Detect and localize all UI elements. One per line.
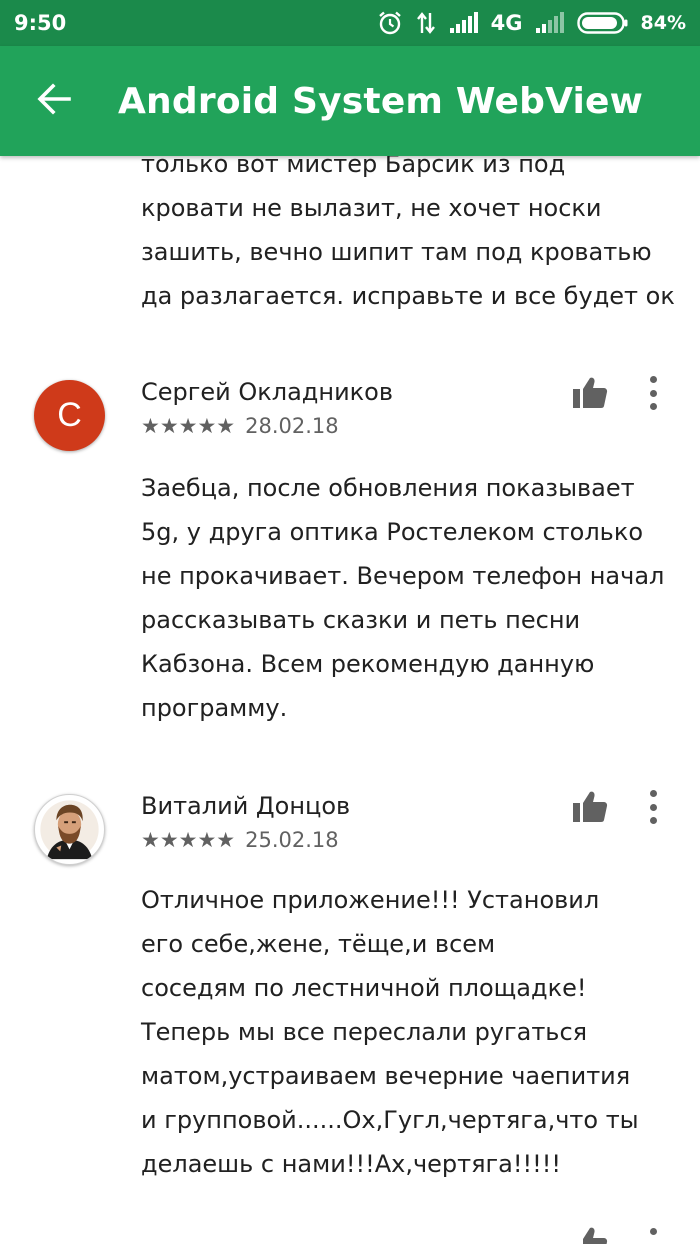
avatar-letter: С [57, 396, 82, 434]
more-options-icon[interactable] [641, 1226, 665, 1244]
review-line: и групповой......Ох,Гугл,чертяга,что ты [141, 1106, 639, 1134]
dot [649, 389, 657, 397]
review-line: кровати не вылазит, не хочет носки [141, 194, 602, 222]
dot [649, 1228, 657, 1235]
avatar-photo [40, 800, 99, 860]
review-date: 28.02.18 [245, 414, 339, 438]
network-type: 4G [490, 11, 523, 35]
review-line: соседям по лестничной площадке! [141, 974, 587, 1002]
review-line: Отличное приложение!!! Установил [141, 886, 600, 914]
review-line: делаешь с нами!!!Ах,чертяга!!!!! [141, 1150, 561, 1178]
review-meta: ★★★★★ 25.02.18 [141, 828, 339, 852]
review-body: Заебца, после обновления показывает 5g, … [141, 466, 681, 730]
review-line: его себе,жене, тёще,и всем [141, 930, 496, 958]
thumbs-up-icon[interactable] [571, 374, 609, 412]
dot [649, 817, 657, 824]
review-date: 25.02.18 [245, 828, 339, 852]
review-line: рассказывать сказки и петь песни [141, 606, 581, 634]
review-line: только вот мистер Барсик из под [141, 156, 566, 178]
status-bar: 9:50 4G 84% [0, 0, 700, 46]
back-button[interactable] [0, 46, 118, 156]
alarm-icon [377, 10, 403, 36]
review-line: матом,устраиваем вечерние чаепития [141, 1062, 631, 1090]
thumbs-up-icon[interactable] [571, 788, 609, 826]
reviews-list[interactable]: только вот мистер Барсик из под кровати … [0, 156, 700, 1244]
dot [649, 376, 657, 383]
signal-icon [449, 12, 479, 34]
battery-icon [576, 11, 629, 35]
data-transfer-icon [415, 11, 437, 35]
dot [649, 803, 657, 811]
status-time: 9:50 [14, 11, 67, 35]
star-rating: ★★★★★ [141, 414, 236, 438]
review-line: 5g, у друга оптика Ростелеком столько [141, 518, 643, 546]
review-author: Виталий Донцов [141, 792, 351, 820]
review-line: Теперь мы все переслали ругаться [141, 1018, 588, 1046]
app-bar: Android System WebView [0, 46, 700, 156]
battery-percent: 84% [640, 12, 686, 34]
avatar[interactable]: С [34, 380, 105, 451]
status-icons: 4G 84% [377, 10, 686, 36]
star-rating: ★★★★★ [141, 828, 236, 852]
previous-review-text: только вот мистер Барсик из под кровати … [141, 156, 681, 318]
review-line: не прокачивает. Вечером телефон начал [141, 562, 665, 590]
dot [649, 403, 657, 410]
arrow-back-icon [36, 81, 72, 122]
review-body: Отличное приложение!!! Установил его себ… [141, 878, 681, 1186]
review-line: Кабзона. Всем рекомендую данную [141, 650, 595, 678]
review-line: Заебца, после обновления показывает [141, 474, 635, 502]
review-meta: ★★★★★ 28.02.18 [141, 414, 339, 438]
more-options-icon[interactable] [641, 788, 665, 826]
thumbs-up-icon[interactable] [571, 1224, 609, 1244]
review-author: Сергей Окладников [141, 378, 393, 406]
page-title: Android System WebView [118, 80, 644, 122]
more-options-icon[interactable] [641, 374, 665, 412]
review-line: да разлагается. исправьте и все будет ок [141, 282, 675, 310]
avatar[interactable] [34, 794, 105, 865]
review-line: программу. [141, 694, 288, 722]
signal-2-icon [535, 12, 565, 34]
review-line: зашить, вечно шипит там под кроватью [141, 238, 652, 266]
dot [649, 790, 657, 797]
